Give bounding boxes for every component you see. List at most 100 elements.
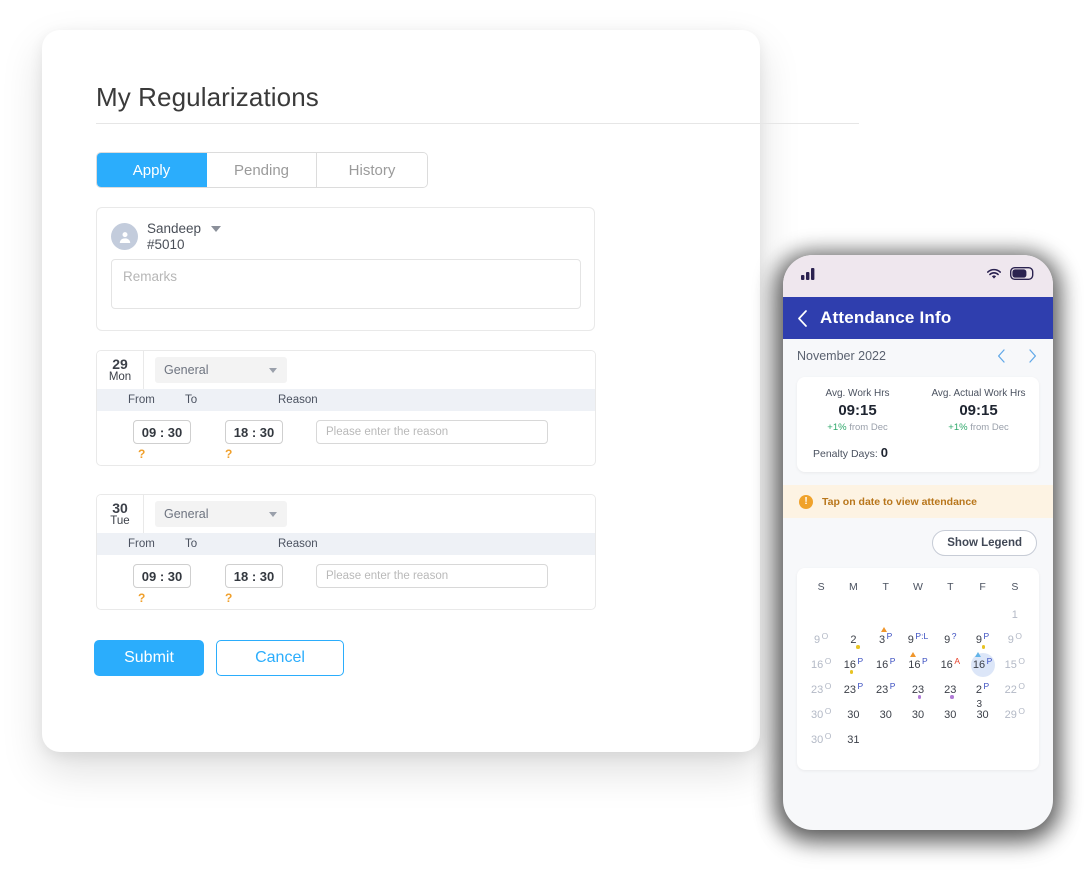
calendar-day-cell[interactable]: 9O (805, 627, 837, 652)
calendar-day-cell[interactable]: 30 O (805, 702, 837, 727)
shift-select-value: General (164, 363, 209, 377)
calendar-day-cell[interactable]: 16 O (805, 652, 837, 677)
tab-pending[interactable]: Pending (207, 153, 317, 187)
calendar-day-number: 30 (810, 708, 824, 721)
tab-history[interactable]: History (317, 153, 427, 187)
column-headers: From To Reason (97, 389, 595, 411)
stat-delta-period: from Dec (849, 422, 888, 433)
to-time-input[interactable]: 18 : 30 (225, 420, 283, 444)
from-time-input[interactable]: 09 : 30 (133, 420, 191, 444)
calendar-day-cell[interactable]: 23 (934, 677, 966, 702)
column-header-reason: Reason (278, 394, 318, 406)
month-navigation-bar: November 2022 (783, 339, 1053, 373)
employee-name: Sandeep (147, 221, 202, 236)
reason-input[interactable] (316, 564, 548, 588)
employee-selector[interactable]: Sandeep #5010 (111, 221, 222, 253)
penalty-days-label: Penalty Days: (813, 448, 878, 460)
calendar-day-number: 1 (1011, 608, 1018, 621)
calendar-day-number: 16 (810, 658, 824, 671)
calendar-day-content: 23 O (811, 680, 832, 695)
reason-input[interactable] (316, 420, 548, 444)
calendar-day-cell[interactable]: 9 P:L (902, 627, 934, 652)
calendar-day-cell[interactable]: 16 P (966, 651, 998, 677)
legend-row: Show Legend (783, 518, 1053, 556)
chevron-left-icon[interactable] (797, 309, 808, 327)
info-banner: ! Tap on date to view attendance (783, 485, 1053, 518)
calendar-day-status-code: P (986, 655, 993, 666)
calendar-day-cell[interactable]: 23 O (805, 677, 837, 702)
calendar-day-cell[interactable]: 3P (870, 626, 902, 652)
calendar-day-cell[interactable]: 2 (837, 627, 869, 652)
remarks-input[interactable] (111, 259, 581, 309)
calendar-day-number: 23 (843, 683, 856, 696)
day-number: 29 (112, 355, 128, 372)
calendar-day-content: 30 O (810, 730, 832, 746)
calendar-day-status-code: P (857, 680, 864, 691)
calendar-day-number: 30 (944, 708, 957, 721)
calendar-day-cell[interactable]: 30 (934, 702, 966, 727)
calendar-day-cell[interactable]: 30 (837, 702, 869, 727)
calendar-day-status-code: O (824, 730, 832, 741)
calendar-day-status-code: O (824, 705, 832, 716)
day-marker-dot-icon (950, 695, 954, 699)
calendar-day-cell[interactable]: 9P (966, 627, 998, 652)
column-headers: From To Reason (97, 533, 595, 555)
calendar-day-status-code: P (922, 655, 928, 666)
calendar-day-cell[interactable]: 23 P (870, 677, 902, 702)
calendar-day-cell[interactable]: 15 O (999, 652, 1031, 677)
calendar-day-number: 16 (908, 658, 921, 671)
calendar-day-cell[interactable]: 16 P (837, 652, 869, 677)
calendar-day-cell[interactable]: 9O (999, 627, 1031, 652)
calendar-day-cell[interactable]: 1 (999, 602, 1031, 627)
stat-value: 09:15 (959, 402, 998, 419)
calendar-day-status-code: O (824, 655, 832, 666)
calendar-day-content: 9O (1008, 631, 1022, 645)
calendar-day-cell[interactable]: 23 P (837, 677, 869, 702)
calendar-cell-empty (902, 727, 934, 752)
cancel-button[interactable]: Cancel (216, 640, 344, 676)
to-time-flag-icon: ? (225, 591, 233, 605)
calendar-day-number: 23 (911, 683, 925, 696)
next-month-button[interactable] (1028, 349, 1037, 363)
calendar-day-cell[interactable]: 16 A (934, 652, 966, 677)
stat-delta-period: from Dec (970, 422, 1009, 433)
tab-bar: Apply Pending History (96, 152, 428, 188)
prev-month-button[interactable] (997, 349, 1006, 363)
from-time-input[interactable]: 09 : 30 (133, 564, 191, 588)
user-avatar-icon (111, 223, 138, 251)
calendar-day-content: 23 P (843, 680, 864, 696)
calendar-day-cell[interactable]: 9? (934, 627, 966, 652)
calendar-day-number: 30 (879, 708, 892, 721)
calendar-day-status-code: P (983, 630, 990, 641)
show-legend-button[interactable]: Show Legend (932, 530, 1037, 556)
calendar-day-number: 30 (810, 733, 824, 746)
calendar-day-content: 1 (1012, 609, 1018, 621)
calendar-weekday-4: T (947, 581, 954, 593)
submit-button[interactable]: Submit (94, 640, 204, 676)
tab-apply[interactable]: Apply (97, 153, 207, 187)
calendar-day-cell[interactable]: 31 (837, 727, 869, 752)
chevron-down-icon[interactable] (211, 225, 222, 232)
calendar-day-cell[interactable]: 3 30 (966, 699, 998, 727)
calendar-day-cell[interactable]: 2P (966, 677, 998, 702)
calendar-day-cell[interactable]: 30 O (805, 727, 837, 752)
from-time-flag-icon: ? (138, 591, 146, 605)
calendar-day-cell[interactable]: 22 O (999, 677, 1031, 702)
calendar-day-status-code: P (889, 680, 896, 691)
calendar-day-number: 30 (976, 708, 989, 721)
day-badge: 29 Mon (97, 351, 144, 389)
calendar-day-cell[interactable]: 30 (902, 702, 934, 727)
calendar-day-cell[interactable]: 29 O (999, 702, 1031, 727)
calendar-day-cell[interactable]: 30 (870, 702, 902, 727)
shift-select[interactable]: General (155, 357, 287, 383)
calendar-day-cell[interactable]: 16 P (870, 652, 902, 677)
info-banner-text: Tap on date to view attendance (822, 495, 977, 508)
calendar-day-cell[interactable]: 16 P (902, 651, 934, 677)
to-time-input[interactable]: 18 : 30 (225, 564, 283, 588)
stat-avg-actual-work-hrs: Avg. Actual Work Hrs 09:15 +1% from Dec (918, 388, 1039, 433)
calendar-day-content: 3P (879, 626, 892, 646)
calendar-day-status-code: O (824, 680, 832, 691)
shift-select[interactable]: General (155, 501, 287, 527)
calendar-day-status-code: ? (951, 630, 957, 641)
calendar-day-cell[interactable]: 23 (902, 677, 934, 702)
